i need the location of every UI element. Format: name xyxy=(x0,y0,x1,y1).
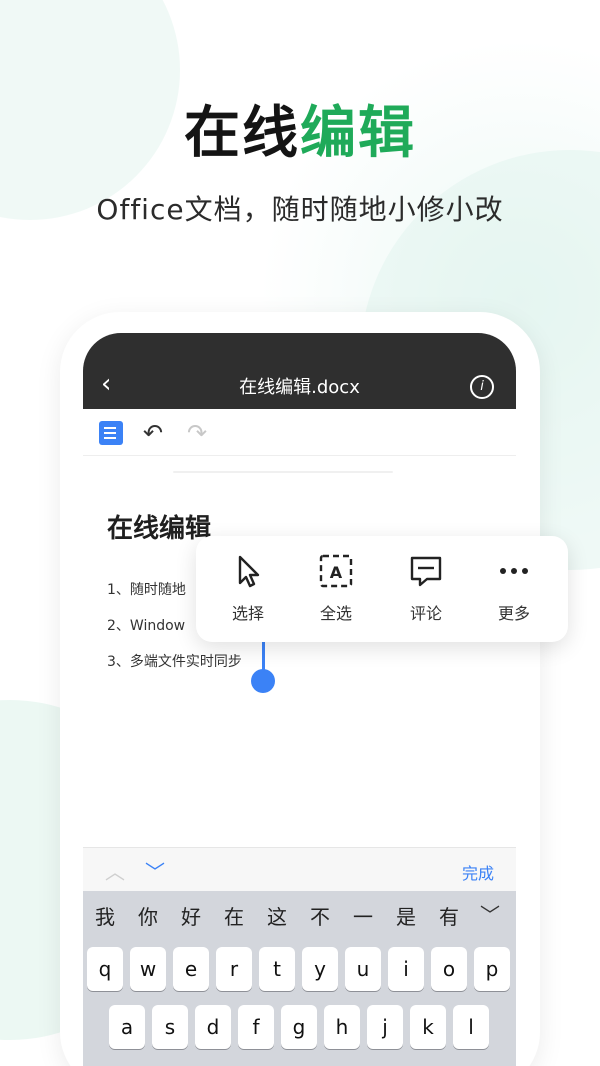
key-e[interactable]: e xyxy=(173,947,209,991)
key-s[interactable]: s xyxy=(152,1005,188,1049)
candidate-word[interactable]: 在 xyxy=(224,901,244,930)
menu-item-label: 更多 xyxy=(497,604,530,623)
key-w[interactable]: w xyxy=(130,947,166,991)
app-top-bar: ‹ 在线编辑.docx i xyxy=(83,333,516,409)
menu-item-label: 评论 xyxy=(409,604,442,623)
document-filename: 在线编辑.docx xyxy=(239,377,360,398)
select-all-icon: A xyxy=(319,554,353,588)
document-icon[interactable] xyxy=(99,421,123,445)
candidate-word[interactable]: 好 xyxy=(181,901,201,930)
key-y[interactable]: y xyxy=(302,947,338,991)
keyboard-accessory-bar: ︿ ﹀ 完成 xyxy=(83,847,516,892)
key-i[interactable]: i xyxy=(388,947,424,991)
promo-screen: 在线编辑 Office文档，随时随地小修小改 ‹ 在线编辑.docx i ↶ ↷… xyxy=(0,0,600,1066)
key-q[interactable]: q xyxy=(87,947,123,991)
more-icon xyxy=(500,568,528,574)
menu-item-label: 选择 xyxy=(231,604,264,623)
key-h[interactable]: h xyxy=(324,1005,360,1049)
candidate-word[interactable]: 一 xyxy=(353,901,373,930)
chevron-up-icon[interactable]: ︿ xyxy=(105,856,125,885)
key-r[interactable]: r xyxy=(216,947,252,991)
key-a[interactable]: a xyxy=(109,1005,145,1049)
key-g[interactable]: g xyxy=(281,1005,317,1049)
menu-item-select[interactable]: 选择 xyxy=(212,552,284,624)
subline: Office文档，随时随地小修小改 xyxy=(96,193,504,226)
doc-line[interactable]: 1、随时随地 xyxy=(107,579,186,599)
comment-icon xyxy=(410,556,442,587)
doc-heading[interactable]: 在线编辑 xyxy=(107,508,211,545)
menu-item-more[interactable]: 更多 xyxy=(478,552,550,624)
key-k[interactable]: k xyxy=(410,1005,446,1049)
menu-item-comment[interactable]: 评论 xyxy=(390,552,462,624)
key-t[interactable]: t xyxy=(259,947,295,991)
phone-screen: ‹ 在线编辑.docx i ↶ ↷ 在线编辑 1、随时随地 2、Window 3… xyxy=(83,333,516,1066)
candidate-word[interactable]: 我 xyxy=(95,901,115,930)
candidate-word[interactable]: 是 xyxy=(396,901,416,930)
candidate-word[interactable]: 这 xyxy=(267,901,287,930)
collapse-candidates-icon[interactable]: ﹀ xyxy=(480,899,500,928)
key-j[interactable]: j xyxy=(367,1005,403,1049)
chevron-down-icon[interactable]: ﹀ xyxy=(145,856,165,885)
cursor-drag-handle[interactable] xyxy=(251,669,275,693)
key-o[interactable]: o xyxy=(431,947,467,991)
undo-icon[interactable]: ↶ xyxy=(143,419,163,447)
headline: 在线编辑 xyxy=(0,88,600,169)
doc-line[interactable]: 3、多端文件实时同步 xyxy=(107,651,242,671)
candidate-word[interactable]: 你 xyxy=(138,901,158,930)
page-divider xyxy=(173,471,393,473)
candidate-bar: 我 你 好 在 这 不 一 是 有 ﹀ xyxy=(83,891,516,935)
keyboard: 我 你 好 在 这 不 一 是 有 ﹀ q w e r t y u i o p … xyxy=(83,891,516,1066)
candidate-word[interactable]: 有 xyxy=(439,901,459,930)
key-f[interactable]: f xyxy=(238,1005,274,1049)
headline-part2: 编辑 xyxy=(300,101,416,166)
cursor-icon xyxy=(238,555,260,588)
candidate-word[interactable]: 不 xyxy=(310,901,330,930)
done-button[interactable]: 完成 xyxy=(462,860,494,884)
svg-text:A: A xyxy=(330,563,343,582)
key-l[interactable]: l xyxy=(453,1005,489,1049)
menu-item-label: 全选 xyxy=(319,604,352,623)
doc-line[interactable]: 2、Window xyxy=(107,615,185,635)
headline-part1: 在线 xyxy=(184,101,300,166)
key-u[interactable]: u xyxy=(345,947,381,991)
key-d[interactable]: d xyxy=(195,1005,231,1049)
key-p[interactable]: p xyxy=(474,947,510,991)
menu-item-select-all[interactable]: A 全选 xyxy=(300,552,372,624)
info-icon[interactable]: i xyxy=(470,375,494,399)
editor-toolbar: ↶ ↷ xyxy=(83,409,516,456)
redo-icon[interactable]: ↷ xyxy=(187,419,207,447)
context-menu: 选择 A 全选 评论 更多 xyxy=(196,536,568,642)
